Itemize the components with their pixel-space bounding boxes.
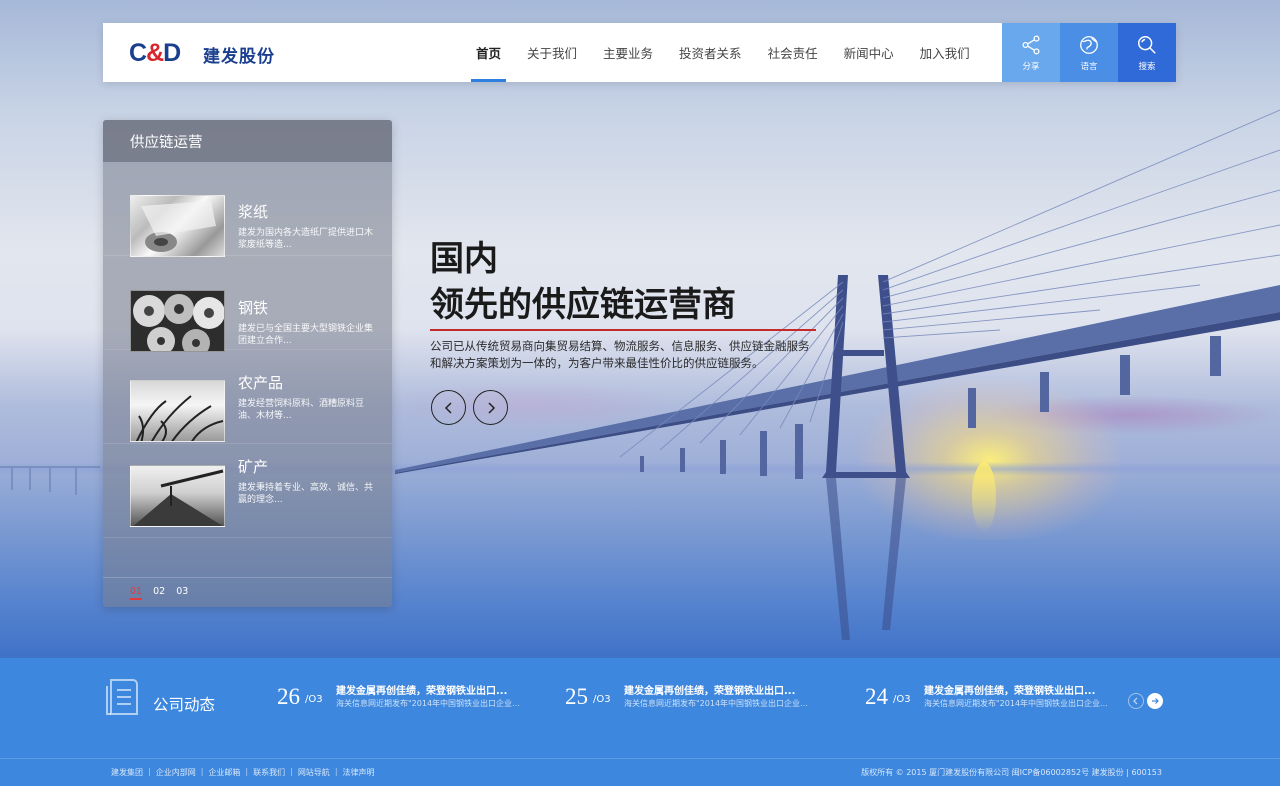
footer-separator: | [200,767,204,776]
news-title: 建发金属再创佳绩，荣登钢铁业出口... [336,686,508,697]
search-label: 搜索 [1138,61,1156,72]
panel-item-pulp-paper[interactable]: 浆纸 建发为国内各大造纸厂提供进口木浆废纸等造... [103,162,392,257]
panel-item-desc: 建发已与全国主要大型钢铁企业集团建立合作... [238,324,374,346]
footer-link-sitemap[interactable]: 网站导航 [298,767,330,778]
footer-link-mail[interactable]: 企业邮箱 [208,767,240,778]
language-label: 语言 [1080,61,1098,72]
news-title: 建发金属再创佳绩，荣登钢铁业出口... [924,686,1096,697]
panel-title: 供应链运营 [103,120,392,162]
search-icon [1138,35,1156,54]
nav-item-join[interactable]: 加入我们 [907,23,983,82]
logo-mark: C&D [129,38,181,67]
footer-link-legal[interactable]: 法律声明 [343,767,375,778]
nav-item-about[interactable]: 关于我们 [514,23,590,82]
chevron-left-icon [1133,697,1138,705]
nav-item-responsibility[interactable]: 社会责任 [755,23,831,82]
news-prev-button[interactable] [1128,693,1144,709]
page-3[interactable]: 03 [176,586,188,600]
header-tools: 分享 语言 搜索 [1002,23,1176,82]
news-day: 24 [865,684,888,709]
nav-item-business[interactable]: 主要业务 [590,23,666,82]
brand-name: 建发股份 [203,47,275,67]
news-month: /O3 [893,694,911,705]
minerals-image [130,465,225,527]
nav-item-news[interactable]: 新闻中心 [831,23,907,82]
hero-title: 国内 领先的供应链运营商 [430,236,736,328]
news-day: 26 [277,684,300,709]
footer-separator: | [148,767,151,776]
footer-links: 建发集团 | 企业内部网 | 企业邮箱 | 联系我们 | 网站导航 | 法律声明 [111,767,375,778]
panel-pager: 01 02 03 [103,577,392,607]
main-nav: 首页 关于我们 主要业务 投资者关系 社会责任 新闻中心 加入我们 [463,23,983,82]
pulp-paper-image [130,195,225,257]
news-desc: 海关信息网近期发布"2014年中国钢铁业出口企业... [924,699,1108,708]
steel-image [130,290,225,352]
globe-icon [1080,35,1098,54]
hero-description: 公司已从传统贸易商向集贸易结算、物流服务、信息服务、供应链金融服务和解决方案策划… [430,339,810,370]
nav-item-home[interactable]: 首页 [463,23,514,82]
footer-link-group[interactable]: 建发集团 [111,767,143,778]
footer-link-intranet[interactable]: 企业内部网 [156,767,196,778]
share-button[interactable]: 分享 [1002,23,1060,82]
news-day: 25 [565,684,588,709]
share-icon [1022,35,1040,54]
chevron-right-icon [487,401,495,414]
arrow-right-icon [1152,698,1159,704]
supply-chain-panel: 供应链运营 浆纸 建发为国内各大造纸厂提供进口木浆废纸等造... 钢铁 建发已与… [103,120,392,607]
footer-separator: | [245,767,249,776]
site-header: C&D 建发股份 首页 关于我们 主要业务 投资者关系 社会责任 新闻中心 加入… [103,23,1176,82]
hero-prev-button[interactable] [431,390,466,425]
news-title: 建发金属再创佳绩，荣登钢铁业出口... [624,686,796,697]
search-button[interactable]: 搜索 [1118,23,1176,82]
news-next-button[interactable] [1147,693,1163,709]
panel-item-agriculture[interactable]: 农产品 建发经营饲料原料、酒糟原料豆油、木材等... [103,350,392,444]
logo[interactable]: C&D [129,38,181,67]
agriculture-image [130,380,225,442]
hero-title-line1: 国内 [430,239,498,279]
nav-item-investors[interactable]: 投资者关系 [666,23,755,82]
footer-copyright: 版权所有 © 2015 厦门建发股份有限公司 闽ICP备06002852号 建发… [861,768,1162,777]
news-month: /O3 [305,694,323,705]
panel-item-title: 矿产 [238,458,269,476]
page-1[interactable]: 01 [130,586,143,600]
panel-item-desc: 建发为国内各大造纸厂提供进口木浆废纸等造... [238,228,374,250]
chevron-left-icon [444,401,452,414]
hero-title-line2: 领先的供应链运营商 [430,285,736,325]
hero-divider [430,329,816,331]
news-month: /O3 [593,694,611,705]
panel-item-steel[interactable]: 钢铁 建发已与全国主要大型钢铁企业集团建立合作... [103,256,392,352]
share-label: 分享 [1022,61,1040,72]
panel-item-title: 农产品 [238,374,284,392]
hero-next-button[interactable] [473,390,508,425]
panel-item-title: 钢铁 [238,299,269,317]
footer-separator: | [334,767,338,776]
language-button[interactable]: 语言 [1060,23,1118,82]
panel-item-minerals[interactable]: 矿产 建发秉持着专业、高效、诚信、共赢的理念... [103,444,392,538]
panel-item-desc: 建发经营饲料原料、酒糟原料豆油、木材等... [238,399,365,421]
panel-item-desc: 建发秉持着专业、高效、诚信、共赢的理念... [238,483,374,505]
document-icon [106,679,138,715]
page-2[interactable]: 02 [153,586,165,600]
news-desc: 海关信息网近期发布"2014年中国钢铁业出口企业... [624,699,808,708]
news-desc: 海关信息网近期发布"2014年中国钢铁业出口企业... [336,699,520,708]
news-section-title: 公司动态 [153,696,216,714]
footer-link-contact[interactable]: 联系我们 [253,767,285,778]
panel-item-title: 浆纸 [238,203,269,221]
site-footer: 建发集团 | 企业内部网 | 企业邮箱 | 联系我们 | 网站导航 | 法律声明 版权所有… [0,758,1280,786]
footer-separator: | [290,767,293,776]
